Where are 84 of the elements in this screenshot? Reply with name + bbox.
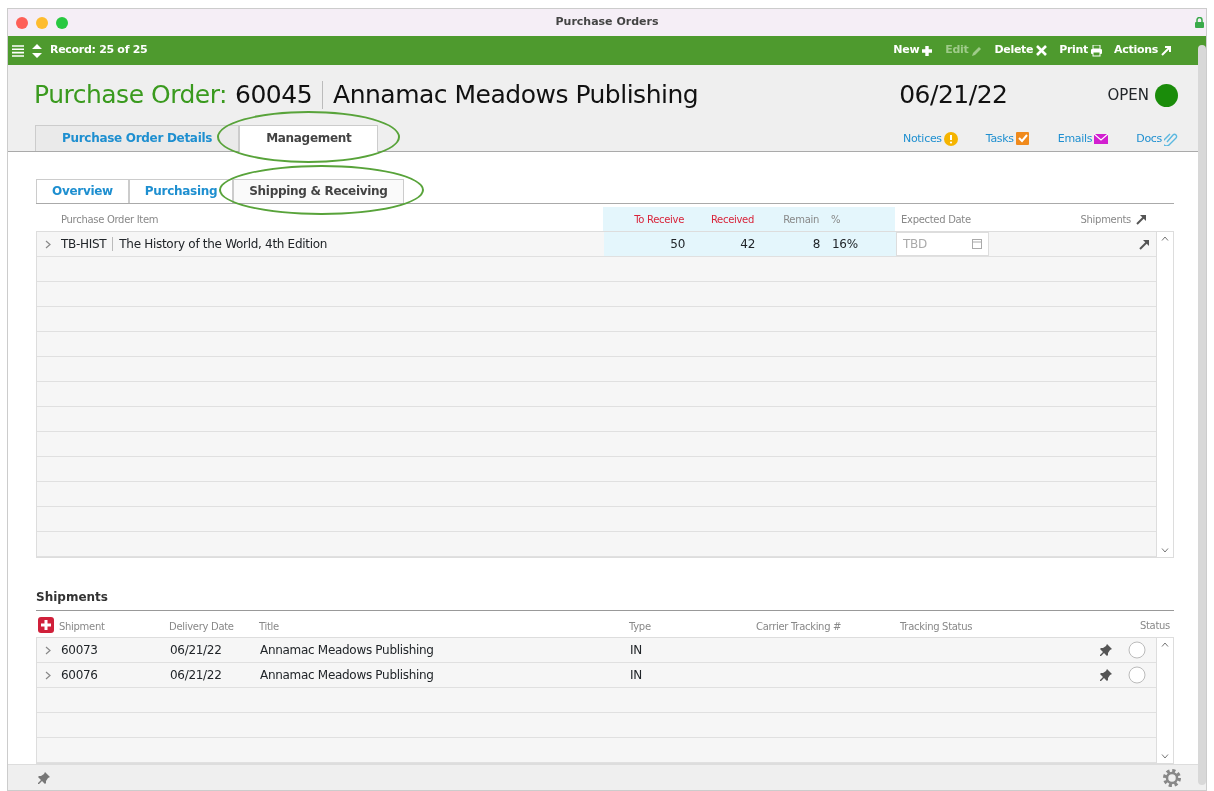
column-header: Expected Date [901,212,971,227]
table-cell-text: 60076 [61,667,99,684]
chevron-up-icon[interactable] [1161,642,1169,647]
column-header: Shipments [1080,212,1131,227]
table-cell-text: 8 [812,236,820,253]
new-button[interactable]: New [887,42,940,59]
status-circle-icon[interactable] [1128,666,1146,684]
arrow-icon [1161,44,1172,57]
item-name: The History of the World, 4th Edition [119,236,328,253]
column-header: Type [629,621,651,632]
settings-icon[interactable] [1162,767,1182,788]
date-field[interactable]: TBD [896,232,989,256]
tab[interactable]: Purchase Order Details [35,125,240,151]
print-button[interactable]: Print [1053,42,1109,59]
status-dot-icon [1155,83,1178,107]
close-button[interactable] [16,16,28,29]
pin-icon[interactable] [1100,644,1112,656]
arrow-icon[interactable] [1139,238,1150,250]
record-counter: Record: 25 of 25 [50,42,148,59]
window-title: Purchase Orders [555,15,659,29]
close-icon [1036,44,1048,57]
item-code: TB-HIST [61,236,107,253]
table-cell-text: 06/21/22 [170,642,223,659]
scrollbar[interactable] [1198,45,1206,785]
table-cell-text: 16% [832,236,858,253]
column-header: Shipment [59,621,105,632]
up-down-arrows-icon[interactable] [32,43,42,58]
link[interactable]: Tasks [985,130,1030,151]
column-header: % [831,212,841,227]
chevron-right-icon[interactable] [45,239,51,249]
column-header: Received [710,212,754,227]
calendar-icon [972,239,982,249]
envelope-icon [1094,131,1109,146]
pin-icon[interactable] [1100,669,1112,681]
lock-icon [1195,17,1204,28]
chevron-right-icon[interactable] [45,670,51,680]
menu-icon[interactable] [12,44,24,57]
table-cell-text: 60073 [61,642,99,659]
alert-icon [943,131,958,146]
add-button[interactable] [38,617,54,633]
chevron-down-icon[interactable] [1161,548,1169,553]
link[interactable]: Notices [903,130,958,151]
vendor-name: Annamac Meadows Publishing [333,79,699,112]
column-header: Tracking Status [900,621,973,632]
column-header: To Receive [634,212,684,227]
pencil-icon [971,44,983,57]
chevron-down-icon[interactable] [1161,754,1169,759]
order-date: 06/21/22 [899,79,1008,112]
column-header: Carrier Tracking # [756,621,842,632]
column-header: Title [259,621,279,632]
column-header: Purchase Order Item [61,212,159,227]
link[interactable]: Emails [1057,130,1109,151]
printer-icon [1091,44,1103,57]
table-cell-text: 42 [740,236,755,253]
table-cell-text: Annamac Meadows Publishing [260,667,435,684]
column-header: Status [1139,618,1170,633]
column-header: Delivery Date [169,621,234,632]
table-cell-text: IN [630,642,643,659]
checkbox-icon [1015,131,1030,146]
tab[interactable]: Management [239,125,379,152]
table-cell-text: IN [630,667,643,684]
status-label: OPEN [1107,84,1149,106]
table-cell-text: 06/21/22 [170,667,223,684]
subtab[interactable]: Overview [36,179,129,203]
section-title: Shipments [36,590,108,604]
plus-icon [922,44,934,57]
subtab[interactable]: Shipping & Receiving [233,179,404,203]
table-cell-text: Annamac Meadows Publishing [260,642,435,659]
chevron-up-icon[interactable] [1161,236,1169,241]
zoom-button[interactable] [56,16,68,29]
column-header: Remain [783,212,819,227]
actions-button[interactable]: Actions [1108,42,1178,59]
arrow-icon[interactable] [1136,213,1147,225]
link[interactable]: Docs [1136,130,1178,151]
subtab[interactable]: Purchasing [128,179,234,203]
page-title: Purchase Order: [34,79,227,112]
chevron-right-icon[interactable] [45,645,51,655]
delete-button[interactable]: Delete [988,42,1054,59]
pin-icon[interactable] [38,771,50,784]
plus-icon [41,620,51,630]
table-cell-text: 50 [670,236,685,253]
paperclip-icon [1164,131,1178,146]
order-number: 60045 [235,79,313,112]
status-circle-icon[interactable] [1128,641,1146,659]
